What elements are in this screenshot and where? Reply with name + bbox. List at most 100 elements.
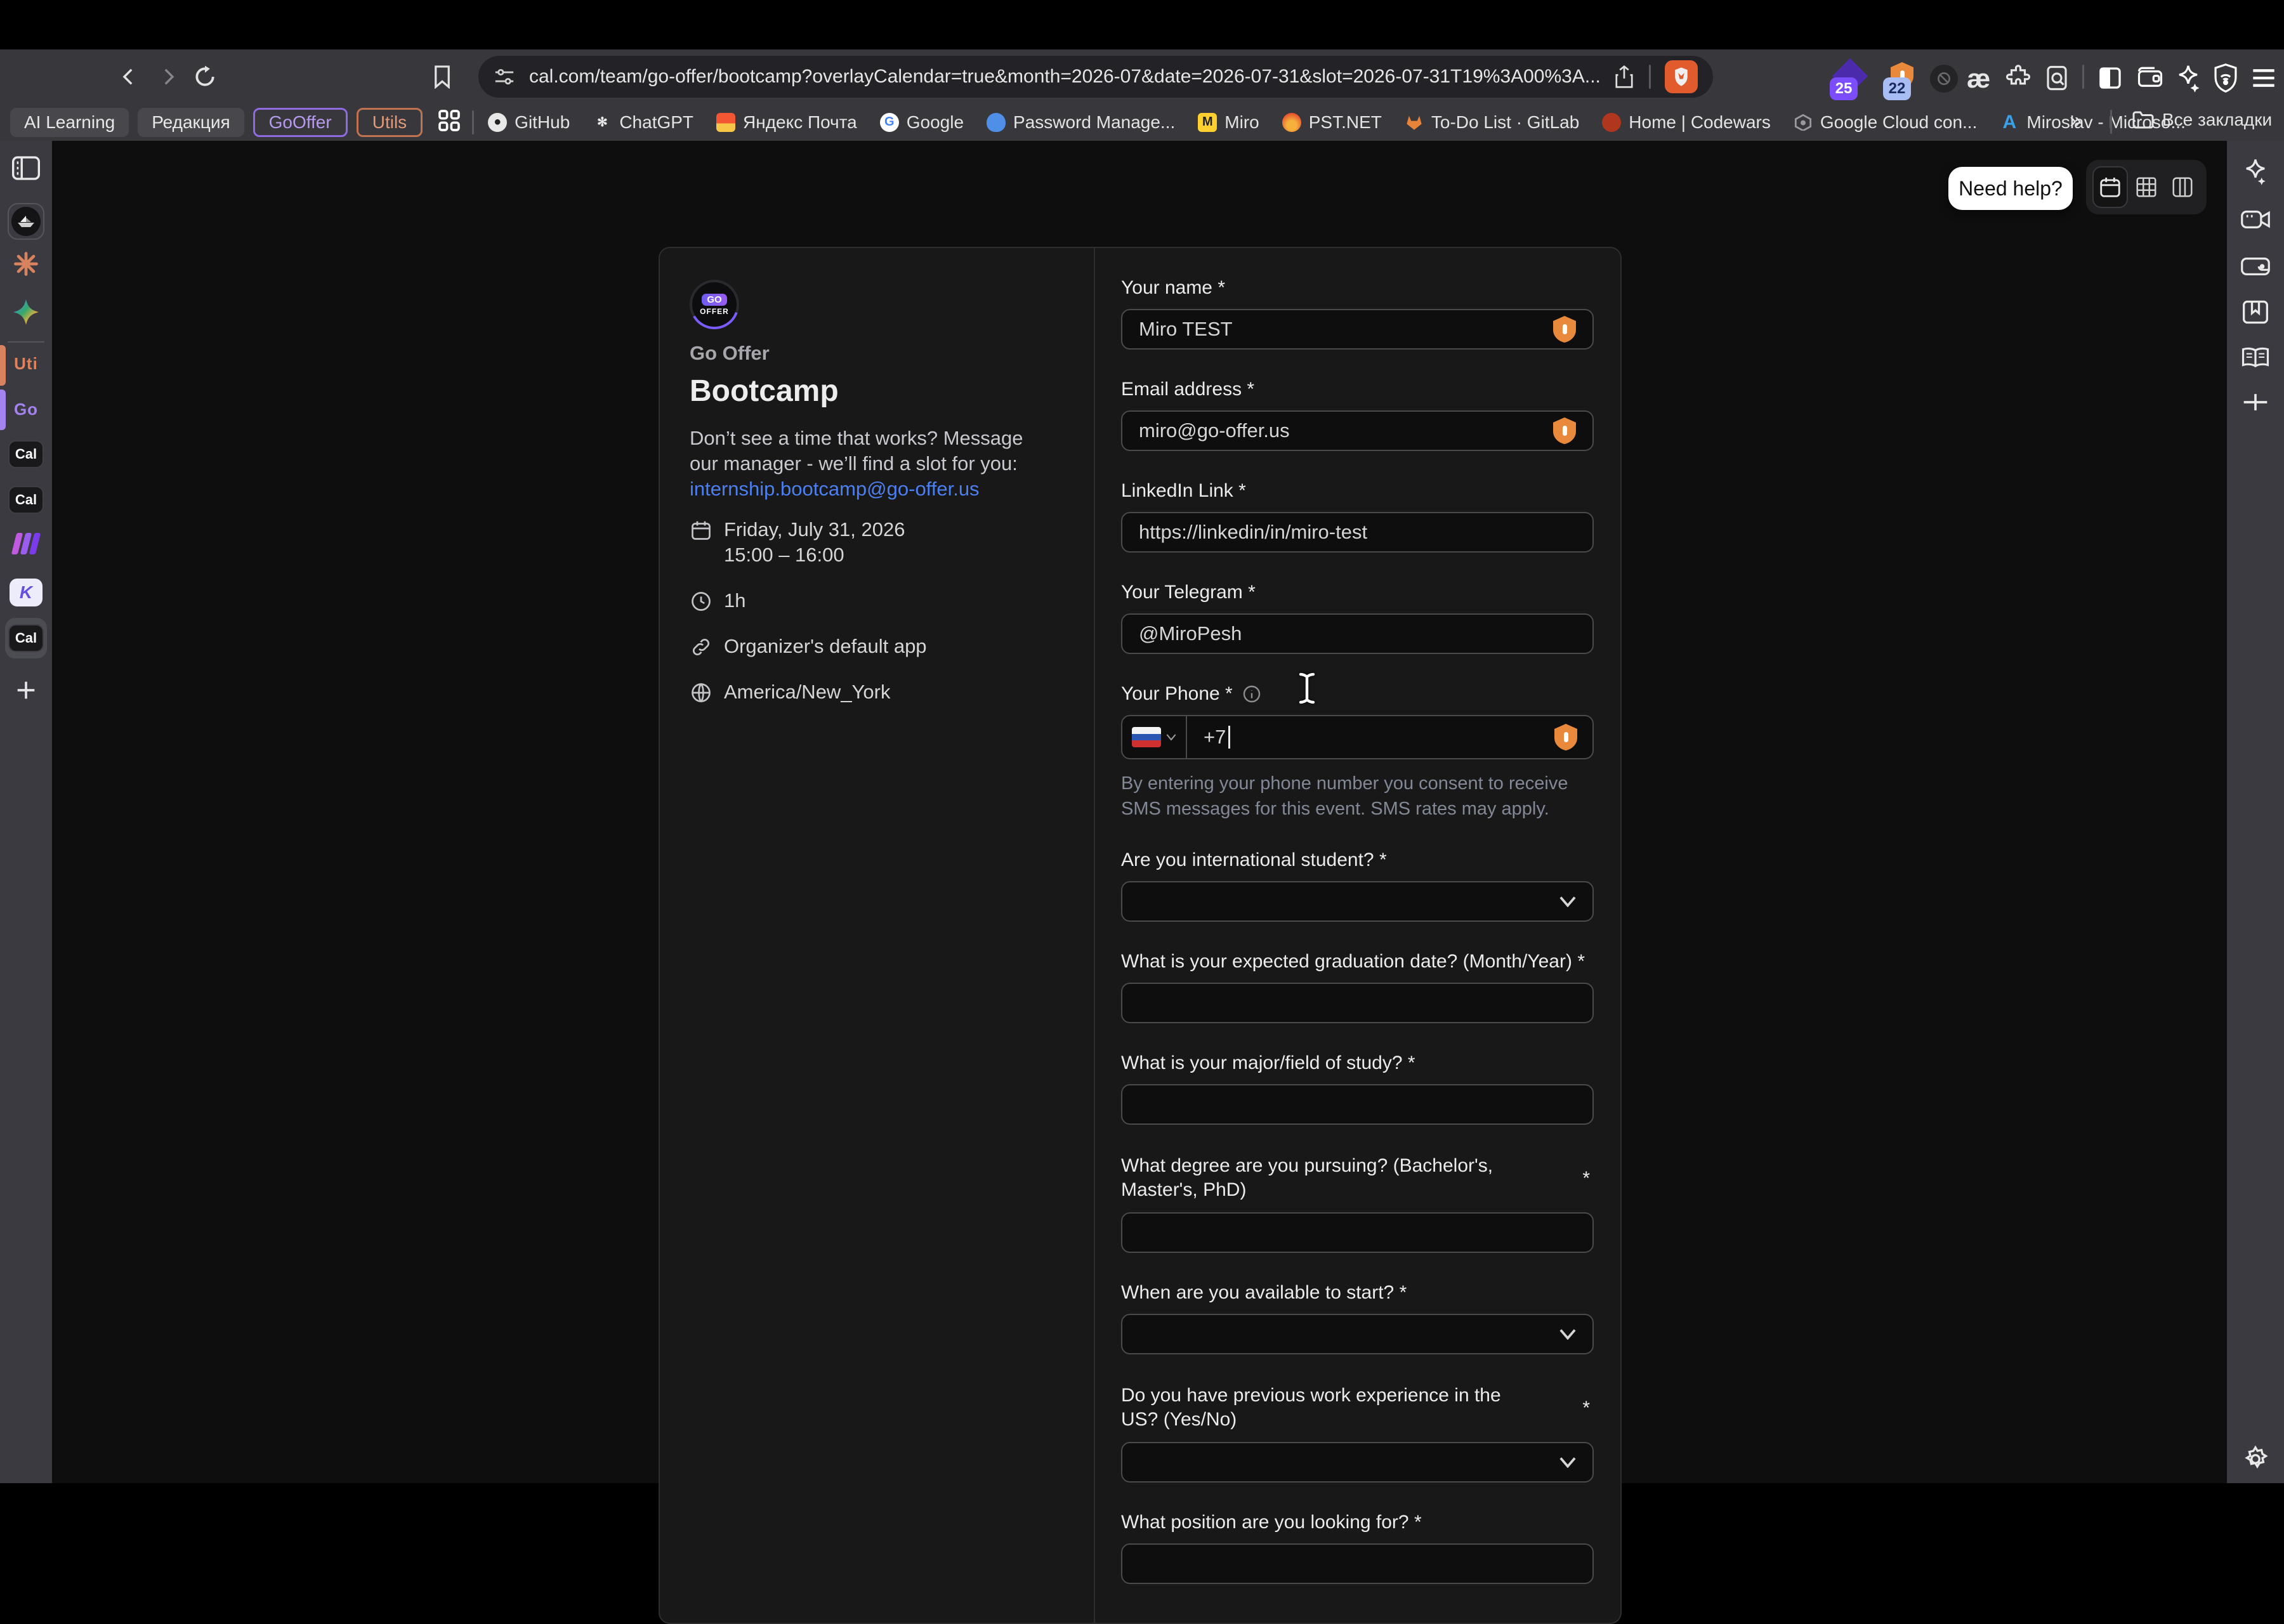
password-manager-shield-icon[interactable] <box>1553 417 1576 444</box>
tab-groups-grid-button[interactable] <box>436 108 462 136</box>
international-select[interactable] <box>1121 881 1594 922</box>
logo-offer: OFFER <box>700 306 729 316</box>
manager-email-link[interactable]: internship.bootcamp@go-offer.us <box>690 478 980 500</box>
tab-miro[interactable] <box>0 533 52 554</box>
country-select[interactable] <box>1122 716 1187 758</box>
us-experience-select[interactable] <box>1121 1442 1594 1483</box>
url-bar[interactable]: cal.com/team/go-offer/bootcamp?overlayCa… <box>478 56 1713 98</box>
need-help-button[interactable]: Need help? <box>1948 167 2073 210</box>
tab-group-redakcia[interactable]: Редакция <box>138 107 244 137</box>
tab-group-label-gooffer[interactable]: Go <box>0 400 52 419</box>
email-label: Email address * <box>1121 379 1255 400</box>
url-text[interactable]: cal.com/team/go-offer/bootcamp?overlayCa… <box>529 66 1599 88</box>
password-manager-shield-icon[interactable] <box>1554 724 1577 750</box>
view-columns-button[interactable] <box>2165 166 2200 208</box>
extension-dashlane-button[interactable]: 25 <box>1830 58 1868 100</box>
reading-list-button[interactable] <box>2227 345 2284 369</box>
brave-shields-icon[interactable] <box>1665 60 1698 93</box>
sms-consent-text: By entering your phone number you consen… <box>1121 773 1568 819</box>
bookmark-gitlab[interactable]: To-Do List · GitLab <box>1405 112 1579 133</box>
site-settings-icon[interactable] <box>494 66 515 88</box>
back-button[interactable] <box>113 61 145 93</box>
tab-group-utils[interactable]: Utils <box>356 107 423 137</box>
vpn-button[interactable] <box>2213 63 2238 96</box>
bookmark-codewars[interactable]: Home | Codewars <box>1602 112 1771 133</box>
chevron-down-icon <box>1559 896 1576 907</box>
linkedin-input[interactable]: https://linkedin/in/miro-test <box>1121 512 1594 553</box>
sidebar-panel-toggle[interactable] <box>0 156 52 180</box>
extension-ae-icon[interactable]: æ <box>1967 63 1990 94</box>
tab-cal-active[interactable]: Cal <box>0 618 52 658</box>
reload-button[interactable] <box>189 61 221 93</box>
bookmark-miro[interactable]: M Miro <box>1198 112 1259 133</box>
bookmark-google[interactable]: G Google <box>879 112 964 133</box>
grid-view-icon <box>2136 177 2156 197</box>
pinned-app-boat[interactable] <box>0 203 52 240</box>
password-manager-shield-icon[interactable] <box>1553 316 1576 343</box>
new-tab-button[interactable] <box>0 678 52 703</box>
start-select[interactable] <box>1121 1314 1594 1354</box>
event-description: Don’t see a time that works? Message our… <box>690 427 1023 500</box>
puzzle-icon <box>2005 65 2031 85</box>
leo-sidebar-button[interactable] <box>2227 157 2284 187</box>
bookmark-page-button[interactable] <box>426 61 458 93</box>
share-icon[interactable] <box>1613 65 1635 89</box>
email-input[interactable]: miro@go-offer.us <box>1121 410 1594 451</box>
bookmark-password-manager[interactable]: Password Manage... <box>987 112 1175 133</box>
reload-icon <box>195 65 214 86</box>
tab-group-gooffer[interactable]: GoOffer <box>253 107 348 137</box>
event-timezone[interactable]: America/New_York <box>690 679 890 705</box>
menu-button[interactable] <box>2251 66 2276 93</box>
bookmark-google-cloud[interactable]: Google Cloud con... <box>1794 112 1977 133</box>
major-input[interactable] <box>1121 1084 1594 1125</box>
bookmarks-overflow-chevron[interactable]: » <box>2070 108 2082 133</box>
search-page-button[interactable] <box>2044 65 2070 95</box>
organizer-name: Go Offer <box>690 342 770 364</box>
bookmark-chatgpt[interactable]: ✻ ChatGPT <box>593 112 693 133</box>
right-side-panel <box>2227 141 2284 1483</box>
tab-cal-1[interactable]: Cal <box>0 440 52 468</box>
position-input[interactable] <box>1121 1543 1594 1584</box>
sparkle-icon <box>2179 65 2200 93</box>
bookmark-pstnet[interactable]: PST.NET <box>1282 112 1382 133</box>
tab-group-ai-learning[interactable]: AI Learning <box>10 107 129 137</box>
leo-ai-button[interactable] <box>2175 63 2202 96</box>
browser-toolbar: cal.com/team/go-offer/bootcamp?overlayCa… <box>0 49 2284 103</box>
tab-k-app[interactable]: K <box>0 579 52 606</box>
extension-badge-blue: 22 <box>1883 77 1911 100</box>
forward-button[interactable] <box>152 61 184 93</box>
telegram-label: Your Telegram * <box>1121 582 1256 603</box>
settings-button[interactable] <box>2227 1445 2284 1473</box>
all-bookmarks-button[interactable]: Все закладки <box>2132 110 2272 130</box>
view-switcher <box>2086 160 2207 214</box>
bookmark-github[interactable]: ● GitHub <box>488 112 570 133</box>
degree-input[interactable] <box>1121 1212 1594 1253</box>
extension-shield-button[interactable]: 22 <box>1883 61 1919 100</box>
extension-dark-button[interactable] <box>1930 65 1958 93</box>
us-experience-label-row: Do you have previous work experience in … <box>1121 1384 1594 1432</box>
k-icon: K <box>10 579 43 606</box>
video-call-button[interactable] <box>2227 207 2284 232</box>
telegram-input[interactable]: @MiroPesh <box>1121 613 1594 654</box>
graduation-input[interactable] <box>1121 983 1594 1023</box>
gemini-sparkle-icon <box>13 299 39 325</box>
add-panel-button[interactable] <box>2227 390 2284 415</box>
logo-go: GO <box>702 293 727 306</box>
bookmarks-panel-button[interactable] <box>2227 299 2284 325</box>
sidebar-toggle-button[interactable] <box>2097 65 2123 95</box>
extensions-puzzle-button[interactable] <box>2005 65 2031 95</box>
wallet-button[interactable] <box>2137 65 2163 95</box>
tab-group-label-utils[interactable]: Uti <box>0 354 52 374</box>
bookmark-yandex-mail[interactable]: Яндекс Почта <box>716 112 857 133</box>
phone-input[interactable]: +7 <box>1121 715 1594 759</box>
degree-label: What degree are you pursuing? (Bachelor'… <box>1121 1155 1493 1200</box>
pinned-app-starburst[interactable] <box>0 250 52 278</box>
name-input[interactable]: Miro TEST <box>1121 309 1594 350</box>
tab-cal-2[interactable]: Cal <box>0 486 52 514</box>
pinned-app-gemini[interactable] <box>0 297 52 327</box>
wallet-panel-button[interactable] <box>2227 254 2284 279</box>
view-grid-button[interactable] <box>2129 166 2164 208</box>
info-icon[interactable] <box>1242 684 1262 704</box>
view-calendar-button[interactable] <box>2092 166 2128 208</box>
start-label: When are you available to start? * <box>1121 1282 1407 1303</box>
